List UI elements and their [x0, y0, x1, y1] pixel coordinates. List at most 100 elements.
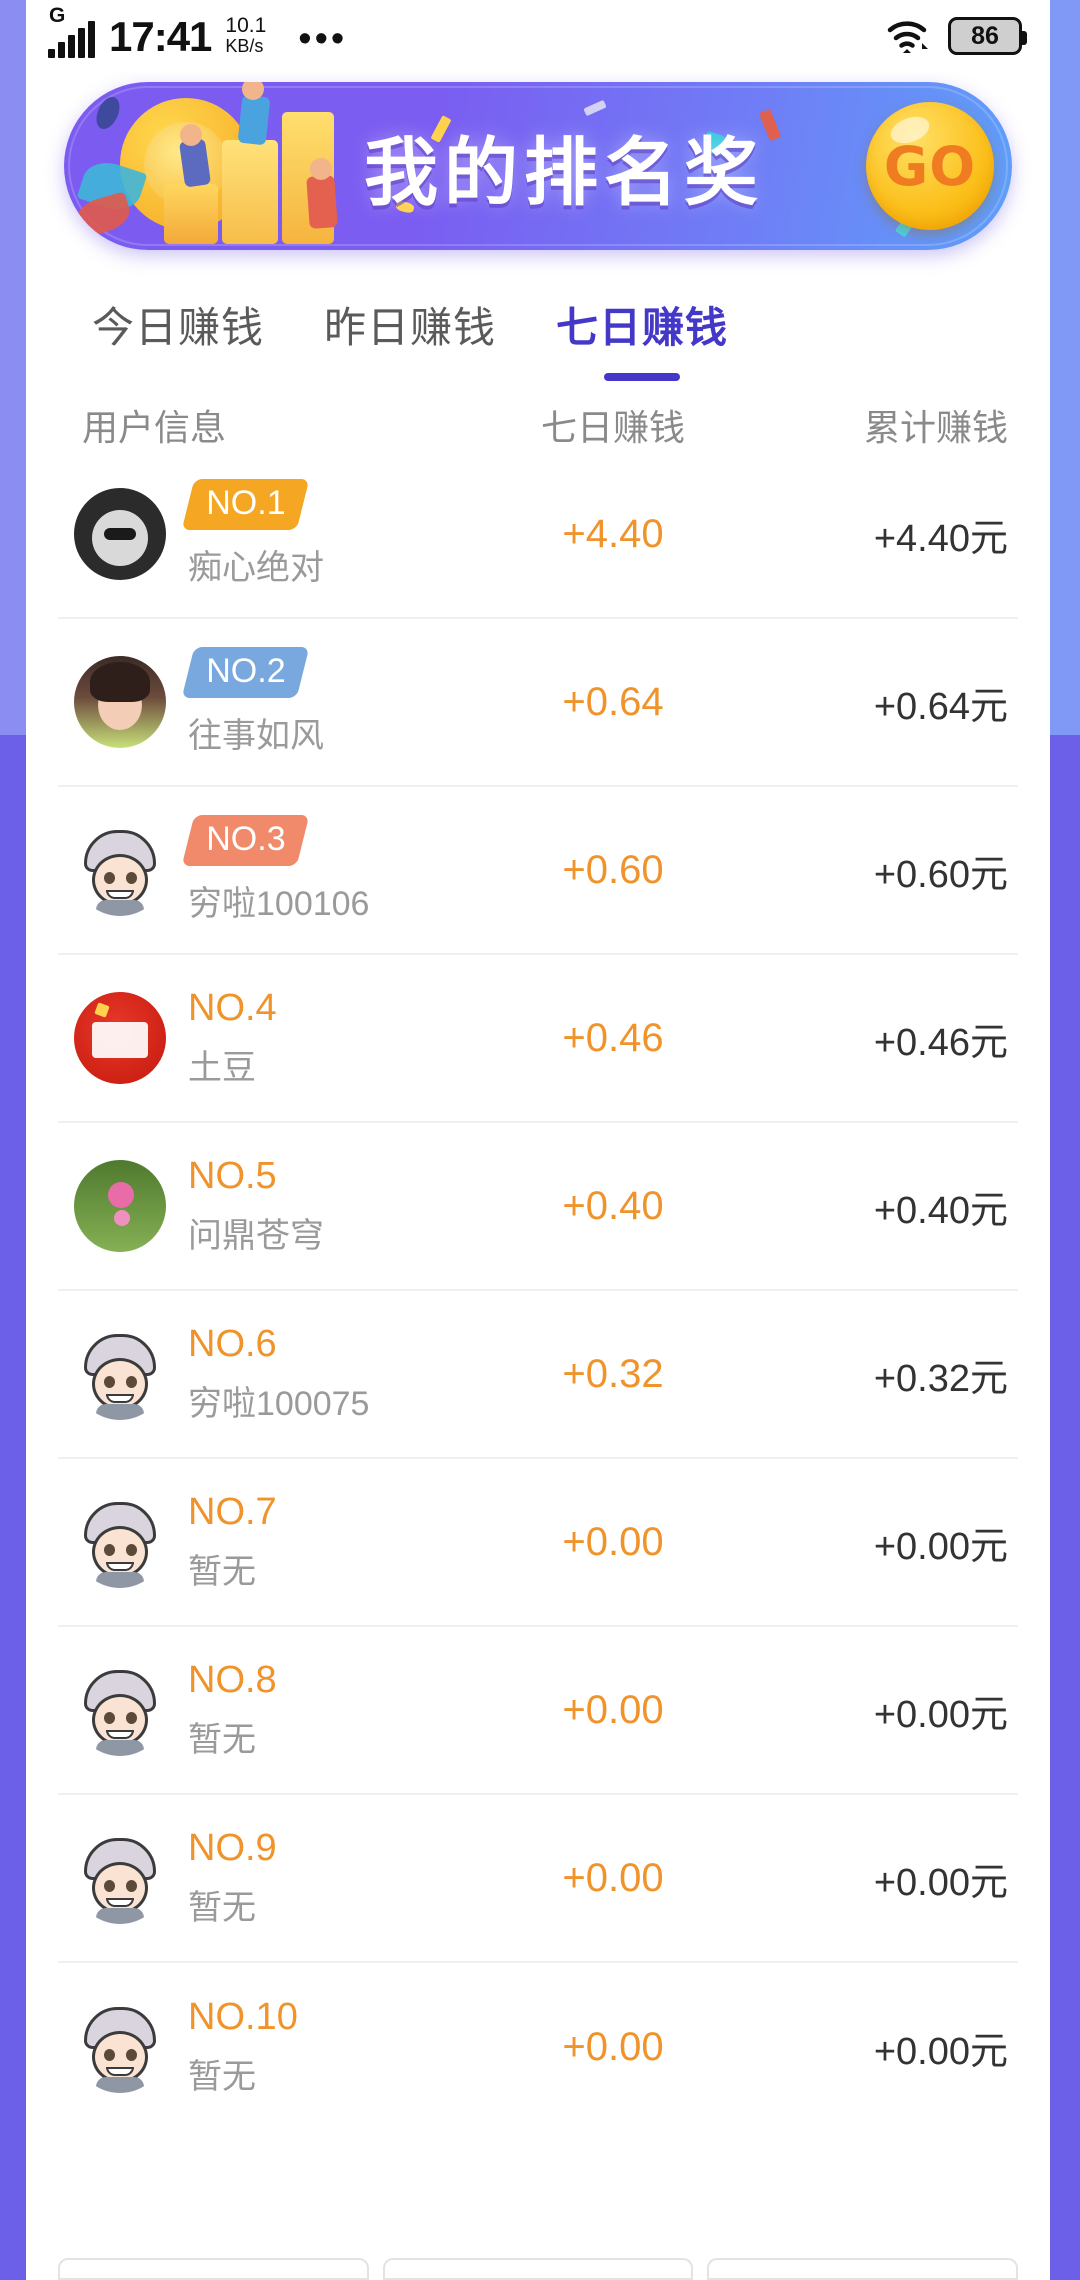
- total-earnings-value: +0.00元: [873, 1525, 1008, 1568]
- total-earnings-value: +0.64元: [873, 685, 1008, 728]
- tab-today[interactable]: 今日赚钱: [92, 294, 264, 385]
- table-row[interactable]: NO.1 痴心绝对 +4.40 +4.40元: [58, 451, 1018, 619]
- row-user-info: NO.4 土豆: [188, 987, 277, 1089]
- ranking-list: NO.1 痴心绝对 +4.40 +4.40元 NO.2 往事如风 +0.64 +0.64元 NO…: [26, 451, 1050, 2131]
- total-earnings-value: +0.60元: [873, 853, 1008, 896]
- tab-yesterday[interactable]: 昨日赚钱: [324, 294, 496, 385]
- total-earnings-value: +0.40元: [873, 1189, 1008, 1232]
- banner-wrapper: 我的排名奖 GO: [26, 72, 1050, 250]
- row-user-info: NO.10 暂无: [188, 1996, 298, 2098]
- right-edge-strip-top: [1050, 0, 1080, 735]
- rank-badge: NO.2: [181, 647, 310, 698]
- user-name: 问鼎苍穹: [188, 1217, 324, 1255]
- status-bar: G 17:41 10.1 KB/s ••• 86: [26, 0, 1050, 72]
- bottom-nav-item[interactable]: [58, 2258, 369, 2280]
- table-header: 用户信息 七日赚钱 累计赚钱: [26, 385, 1050, 451]
- row-user-cell: NO.3 穷啦100106: [58, 815, 448, 925]
- avatar[interactable]: [74, 992, 166, 1084]
- avatar[interactable]: [74, 488, 166, 580]
- rank-label: NO.6: [188, 1323, 277, 1365]
- total-earnings-value: +0.00元: [873, 2030, 1008, 2073]
- user-name: 痴心绝对: [188, 549, 324, 587]
- period-earnings-value: +0.00: [562, 1519, 664, 1564]
- row-user-cell: NO.2 往事如风: [58, 647, 448, 757]
- user-name: 暂无: [188, 1721, 256, 1759]
- tab-active-underline: [604, 373, 681, 381]
- row-user-cell: NO.4 土豆: [58, 987, 448, 1089]
- go-button[interactable]: GO: [866, 102, 994, 230]
- ranking-award-banner[interactable]: 我的排名奖 GO: [64, 82, 1012, 250]
- bottom-nav-item[interactable]: [707, 2258, 1019, 2280]
- avatar[interactable]: [74, 2001, 166, 2093]
- table-row[interactable]: NO.7 暂无 +0.00 +0.00元: [58, 1459, 1018, 1627]
- left-edge-strip-bottom: [0, 735, 26, 2280]
- period-earnings-value: +0.32: [562, 1351, 664, 1396]
- table-row[interactable]: NO.10 暂无 +0.00 +0.00元: [58, 1963, 1018, 2131]
- go-button-label: GO: [883, 134, 977, 198]
- status-bar-right: 86: [886, 17, 1027, 55]
- period-earnings-value: +0.00: [562, 1687, 664, 1732]
- row-user-info: NO.7 暂无: [188, 1491, 277, 1593]
- table-row[interactable]: NO.2 往事如风 +0.64 +0.64元: [58, 619, 1018, 787]
- wifi-icon: [887, 21, 928, 53]
- banner-title: 我的排名奖: [364, 129, 764, 216]
- app-container: G 17:41 10.1 KB/s ••• 86 我的排名奖 GO 今日赚钱 昨…: [26, 0, 1050, 2280]
- period-earnings-value: +4.40: [562, 511, 664, 556]
- table-row[interactable]: NO.8 暂无 +0.00 +0.00元: [58, 1627, 1018, 1795]
- table-row[interactable]: NO.9 暂无 +0.00 +0.00元: [58, 1795, 1018, 1963]
- bottom-nav-item[interactable]: [382, 2258, 694, 2280]
- table-row[interactable]: NO.5 问鼎苍穹 +0.40 +0.40元: [58, 1123, 1018, 1291]
- row-user-info: NO.3 穷啦100106: [181, 815, 370, 925]
- network-speed: 10.1 KB/s: [225, 13, 267, 56]
- more-horizontal-icon[interactable]: •••: [298, 20, 347, 58]
- user-name: 土豆: [188, 1049, 256, 1087]
- period-earnings-value: +0.00: [562, 2024, 664, 2069]
- row-user-info: NO.2 往事如风: [181, 647, 324, 757]
- rank-label: NO.8: [188, 1659, 277, 1701]
- column-header-user: 用户信息: [82, 407, 227, 448]
- row-user-cell: NO.7 暂无: [58, 1491, 448, 1593]
- tab-yesterday-label: 昨日赚钱: [324, 304, 497, 351]
- left-edge-strip-top: [0, 0, 26, 735]
- total-earnings-value: +0.46元: [873, 1021, 1008, 1064]
- tab-seven-days-label: 七日赚钱: [556, 304, 729, 351]
- column-header-total: 累计赚钱: [863, 407, 1008, 448]
- tab-today-label: 今日赚钱: [92, 304, 265, 351]
- avatar[interactable]: [74, 1832, 166, 1924]
- avatar[interactable]: [74, 824, 166, 916]
- right-edge-strip-bottom: [1050, 735, 1080, 2280]
- rank-label: NO.9: [188, 1827, 277, 1869]
- period-earnings-value: +0.00: [562, 1855, 664, 1900]
- avatar[interactable]: [74, 1664, 166, 1756]
- rank-label: NO.2: [206, 652, 286, 690]
- signal-strength-icon: G: [48, 5, 95, 58]
- avatar[interactable]: [74, 1496, 166, 1588]
- table-row[interactable]: NO.4 土豆 +0.46 +0.46元: [58, 955, 1018, 1123]
- rank-badge: NO.3: [181, 815, 310, 866]
- column-header-period: 七日赚钱: [540, 407, 685, 448]
- period-earnings-value: +0.46: [562, 1015, 664, 1060]
- avatar[interactable]: [74, 1328, 166, 1420]
- battery-icon: 86: [948, 17, 1027, 55]
- network-speed-value: 10.1: [225, 13, 267, 37]
- total-earnings-value: +0.32元: [873, 1357, 1008, 1400]
- row-user-cell: NO.10 暂无: [58, 1996, 448, 2098]
- total-earnings-value: +0.00元: [873, 1693, 1008, 1736]
- avatar[interactable]: [74, 1160, 166, 1252]
- rank-label: NO.10: [188, 1996, 298, 2038]
- table-row[interactable]: NO.6 穷啦100075 +0.32 +0.32元: [58, 1291, 1018, 1459]
- period-earnings-value: +0.40: [562, 1183, 664, 1228]
- bottom-nav-bar-partial[interactable]: [58, 2258, 1019, 2280]
- row-user-info: NO.5 问鼎苍穹: [188, 1155, 324, 1257]
- rank-label: NO.3: [206, 820, 286, 858]
- rank-label: NO.7: [188, 1491, 277, 1533]
- table-row[interactable]: NO.3 穷啦100106 +0.60 +0.60元: [58, 787, 1018, 955]
- total-earnings-value: +4.40元: [873, 517, 1008, 560]
- avatar[interactable]: [74, 656, 166, 748]
- network-type-label: G: [49, 3, 66, 27]
- user-name: 暂无: [188, 2058, 256, 2096]
- tab-seven-days[interactable]: 七日赚钱: [556, 294, 728, 385]
- row-user-cell: NO.1 痴心绝对: [58, 479, 448, 589]
- rank-label: NO.5: [188, 1155, 277, 1197]
- user-name: 穷啦100106: [188, 885, 370, 923]
